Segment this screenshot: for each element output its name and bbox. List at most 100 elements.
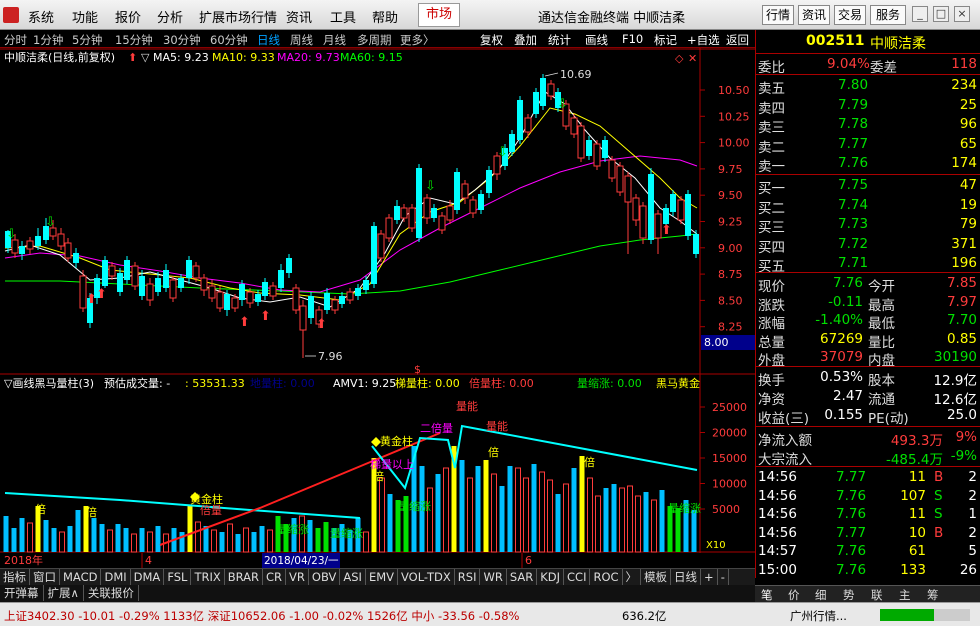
stat-value: 7.85 (946, 275, 977, 291)
tab-price[interactable]: 价 (788, 587, 800, 603)
menu-tools[interactable]: 工具 (330, 7, 356, 26)
volume-bar (235, 534, 241, 552)
quote-button[interactable]: 行情 (762, 5, 794, 25)
candle-body (517, 100, 523, 140)
candle-body (331, 299, 339, 311)
sub-tabs: 开弹幕 扩展∧ 关联报价 (0, 585, 755, 602)
service-button[interactable]: 服务 (870, 5, 906, 25)
indicator-tab[interactable]: 日线 (671, 569, 702, 585)
mark-button[interactable]: 标记 (654, 32, 677, 48)
tab-detail[interactable]: 细 (815, 587, 827, 603)
tab-tick[interactable]: 笔 (761, 587, 773, 603)
close-icon[interactable]: × (954, 6, 970, 22)
period-multi[interactable]: 多周期 (357, 32, 392, 48)
indicator-tab[interactable]: ROC (590, 569, 623, 585)
indicator-tab[interactable]: SAR (507, 569, 538, 585)
stats-button[interactable]: 统计 (548, 32, 571, 48)
period-monthly[interactable]: 月线 (323, 32, 346, 48)
info-label: PE(动) (868, 411, 909, 427)
server-label[interactable]: 广州行情... (790, 608, 847, 624)
indicator-tab[interactable]: KDJ (537, 569, 565, 585)
indicator-tab[interactable]: CCI (564, 569, 591, 585)
fuquan-button[interactable]: 复权 (480, 32, 503, 48)
indicator-tab[interactable]: 窗口 (30, 569, 60, 585)
tab-trend[interactable]: 势 (843, 587, 855, 603)
period-more[interactable]: 更多〉 (400, 32, 435, 48)
candle-body (299, 305, 307, 331)
indicator-tab[interactable]: OBV (309, 569, 341, 585)
vol-double: 倍量柱: 0.00 (469, 376, 534, 390)
back-button[interactable]: 返回 (726, 32, 749, 48)
indicator-tab[interactable]: MACD (60, 569, 102, 585)
period-30min[interactable]: 30分钟 (163, 32, 201, 48)
indicator-tab[interactable]: CR (263, 569, 287, 585)
period-15min[interactable]: 15分钟 (115, 32, 153, 48)
tick-price: 7.76 (836, 487, 867, 504)
indicator-tab[interactable]: ASI (340, 569, 366, 585)
indicator-tab[interactable]: VOL-TDX (398, 569, 455, 585)
period-fenshi[interactable]: 分时 (4, 32, 27, 48)
volume-bar (611, 484, 617, 552)
indicator-tab[interactable]: EMV (366, 569, 398, 585)
vol-title: ▽画线黑马量柱(3) (4, 376, 94, 390)
extend-button[interactable]: 扩展∧ (44, 585, 84, 601)
stat-value: 67269 (820, 330, 863, 347)
candle-body (108, 265, 116, 277)
indicator-tab[interactable]: TRIX (191, 569, 225, 585)
danmu-button[interactable]: 开弹幕 (0, 585, 44, 601)
period-1min[interactable]: 1分钟 (33, 32, 63, 48)
svg-text:倍: 倍 (488, 445, 499, 459)
diamond-icon[interactable]: ◇ (675, 52, 684, 65)
draw-line-button[interactable]: 画线 (585, 32, 608, 48)
period-5min[interactable]: 5分钟 (72, 32, 102, 48)
menu-news[interactable]: 资讯 (286, 7, 312, 26)
related-quote-button[interactable]: 关联报价 (84, 585, 139, 601)
volume-bar (67, 526, 73, 552)
tab-chips[interactable]: 筹 (927, 587, 939, 603)
news-button[interactable]: 资讯 (798, 5, 830, 25)
ma20-label: MA20: 9.73 (277, 51, 340, 64)
volume-bar (515, 467, 521, 553)
tab-link[interactable]: 联 (871, 587, 883, 603)
candle-body (371, 226, 377, 284)
trade-button[interactable]: 交易 (834, 5, 866, 25)
indicator-tab[interactable]: RSI (455, 569, 481, 585)
period-weekly[interactable]: 周线 (290, 32, 313, 48)
period-daily[interactable]: 日线 (257, 32, 280, 48)
overlay-button[interactable]: 叠加 (514, 32, 537, 48)
bid-label: 买二 (758, 200, 785, 217)
tick-volume: 107 (900, 487, 926, 504)
indicator-tab[interactable]: 〉 (623, 569, 642, 585)
menu-help[interactable]: 帮助 (372, 7, 398, 26)
period-60min[interactable]: 60分钟 (210, 32, 248, 48)
close-chart-icon[interactable]: ✕ (688, 52, 697, 65)
kline-chart[interactable]: 中顺洁柔(日线,前复权) ⬆ ▽ MA5: 9.23 MA10: 9.33 MA… (0, 48, 755, 568)
candle-body (632, 197, 640, 221)
market-tab[interactable]: 市场 (418, 3, 460, 27)
indicator-tab[interactable]: - (718, 569, 729, 585)
indicator-tab[interactable]: VR (286, 569, 309, 585)
indicator-tab[interactable]: DMI (101, 569, 131, 585)
indicator-tab[interactable]: 指标 (0, 569, 30, 585)
candle-body (324, 293, 330, 310)
svg-text:倍: 倍 (373, 469, 384, 483)
indicator-tab[interactable]: FSL (164, 569, 192, 585)
f10-button[interactable]: F10 (622, 32, 643, 46)
indicator-tab[interactable]: DMA (131, 569, 165, 585)
candle-body (431, 208, 437, 218)
volume-bar (131, 533, 137, 553)
add-watchlist-button[interactable]: +自选 (687, 32, 720, 48)
menu-system[interactable]: 系统 (28, 7, 54, 26)
menu-analysis[interactable]: 分析 (157, 7, 183, 26)
minimize-icon[interactable]: _ (912, 6, 928, 22)
indicator-tab[interactable]: BRAR (225, 569, 264, 585)
menu-ext-market[interactable]: 扩展市场行情 (199, 7, 277, 26)
indicator-tab[interactable]: WR (480, 569, 507, 585)
menu-function[interactable]: 功能 (72, 7, 98, 26)
tab-main[interactable]: 主 (899, 587, 911, 603)
candle-body (163, 270, 169, 288)
menu-quote[interactable]: 报价 (115, 7, 141, 26)
maximize-icon[interactable]: □ (933, 6, 949, 22)
indicator-tab[interactable]: + (701, 569, 718, 585)
indicator-tab[interactable]: 模板 (641, 569, 672, 585)
